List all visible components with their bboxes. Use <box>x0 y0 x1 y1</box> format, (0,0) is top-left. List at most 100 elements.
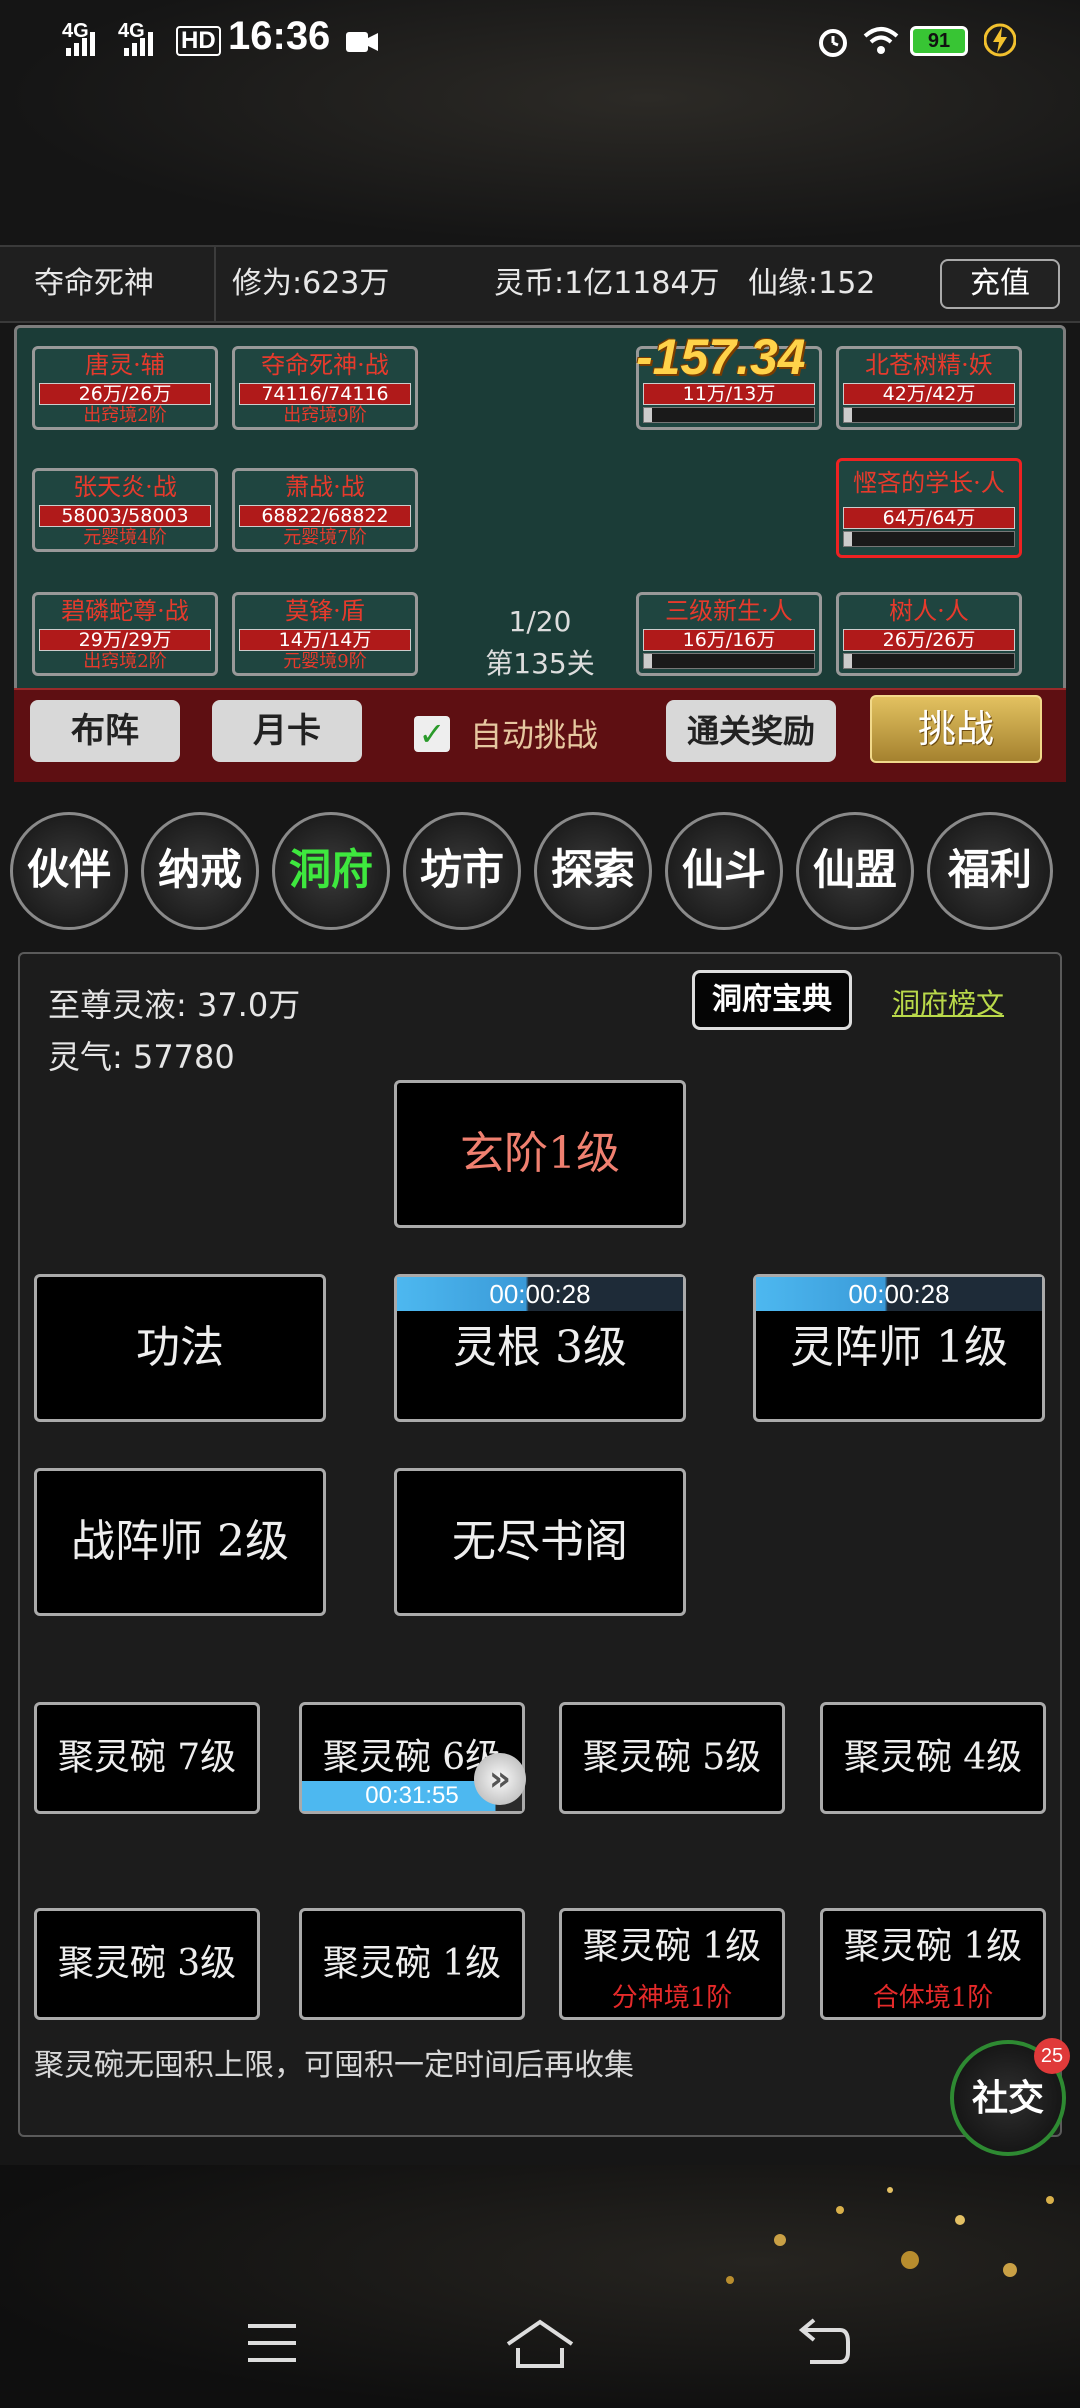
unit-hp: 74116/74116 <box>261 383 389 405</box>
array-master-button[interactable]: 00:00:28 灵阵师 1级 <box>753 1274 1045 1422</box>
nav-welfare[interactable]: 福利 <box>927 812 1053 930</box>
spirit-bowl[interactable]: 聚灵碗 3级 <box>34 1908 260 2020</box>
nav-alliance[interactable]: 仙盟 <box>796 812 914 930</box>
spirit-coin-value: 灵币:1亿1184万 <box>494 266 720 301</box>
video-record-icon <box>346 32 378 52</box>
enemy-unit[interactable]: 三级新生·人 16万/16万 <box>636 592 822 676</box>
cave-rank-link[interactable]: 洞府榜文 <box>892 982 1004 1022</box>
fate-value: 仙缘:152 <box>748 266 876 301</box>
nav-cave[interactable]: 洞府 <box>272 812 390 930</box>
energy-fill <box>644 654 652 668</box>
energy-bar <box>843 531 1015 547</box>
spirit-bowl[interactable]: 聚灵碗 5级 <box>559 1702 785 1814</box>
unit-realm: 元婴境7阶 <box>283 527 367 548</box>
player-info-bar: 夺命死神 修为:623万 灵币:1亿1184万 仙缘:152 充值 <box>0 245 1080 323</box>
nav-market[interactable]: 坊市 <box>403 812 521 930</box>
energy-bar <box>843 407 1015 423</box>
unit-name: 夺命死神·战 <box>261 351 389 379</box>
energy-fill <box>644 408 652 422</box>
unit-name: 树人·人 <box>889 597 969 625</box>
spirit-bowl[interactable]: 聚灵碗 1级 分神境1阶 <box>559 1908 785 2020</box>
spirit-bowl[interactable]: 聚灵碗 4级 <box>820 1702 1046 1814</box>
battle-array-master-button[interactable]: 战阵师 2级 <box>34 1468 326 1616</box>
clear-reward-button[interactable]: 通关奖励 <box>666 700 836 762</box>
ally-unit[interactable]: 碧磷蛇尊·战 29万/29万 出窍境2阶 <box>32 592 218 676</box>
library-button[interactable]: 无尽书阁 <box>394 1468 686 1616</box>
spirit-bowl[interactable]: 聚灵碗 7级 <box>34 1702 260 1814</box>
unit-hp: 42万/42万 <box>882 383 976 405</box>
alarm-icon <box>819 29 847 57</box>
unit-realm: 元婴境4阶 <box>83 527 167 548</box>
social-notification-badge: 25 <box>1034 2038 1070 2074</box>
stage-name: 第135关 <box>485 647 595 680</box>
unit-realm: 出窍境9阶 <box>283 405 367 426</box>
enemy-unit[interactable]: 树人·人 26万/26万 <box>836 592 1022 676</box>
unit-hp: 68822/68822 <box>261 505 389 527</box>
signal-icon-2 <box>124 32 153 56</box>
fast-forward-icon[interactable]: » <box>474 1753 526 1805</box>
energy-fill <box>844 532 852 546</box>
spirit-root-timer: 00:00:28 <box>397 1277 683 1311</box>
bowl-realm-requirement: 分神境1阶 <box>611 1983 733 2013</box>
challenge-button[interactable]: 挑战 <box>870 695 1042 763</box>
unit-hp: 29万/29万 <box>78 629 172 651</box>
spirit-root-button[interactable]: 00:00:28 灵根 3级 <box>394 1274 686 1422</box>
ally-unit[interactable]: 夺命死神·战 74116/74116 出窍境9阶 <box>232 346 418 430</box>
spirit-root-label: 灵根 3级 <box>453 1322 627 1373</box>
spirit-bowl[interactable]: 聚灵碗 1级 合体境1阶 <box>820 1908 1046 2020</box>
wifi-icon <box>863 27 899 54</box>
nav-ring[interactable]: 纳戒 <box>141 812 259 930</box>
unit-name: 北苍树精·妖 <box>865 351 993 379</box>
unit-name: 碧磷蛇尊·战 <box>61 597 189 625</box>
unit-name: 悭吝的学长·人 <box>853 469 1005 497</box>
unit-name: 张天炎·战 <box>73 473 177 501</box>
cultivation-value: 修为:623万 <box>232 266 390 301</box>
status-bar: 4G 4G HD 16:36 91 <box>0 0 1080 80</box>
enemy-unit[interactable]: 北苍树精·妖 42万/42万 <box>836 346 1022 430</box>
hd-voice-icon: HD <box>176 26 221 56</box>
ally-unit[interactable]: 唐灵·辅 26万/26万 出窍境2阶 <box>32 346 218 430</box>
ally-unit[interactable]: 张天炎·战 58003/58003 元婴境4阶 <box>32 468 218 552</box>
spirit-bowl[interactable]: 聚灵碗 6级 00:31:55 » <box>299 1702 526 1814</box>
signal-icon <box>66 32 95 56</box>
energy-fill <box>844 408 852 422</box>
energy-fill <box>844 654 852 668</box>
recharge-button[interactable]: 充值 <box>940 259 1060 309</box>
energy-bar <box>643 653 815 669</box>
array-master-timer: 00:00:28 <box>756 1277 1042 1311</box>
auto-challenge-checkbox[interactable]: ✓ <box>414 716 450 752</box>
unit-hp: 26万/26万 <box>882 629 976 651</box>
spirit-bowl[interactable]: 聚灵碗 1级 <box>299 1908 525 2020</box>
nav-arena[interactable]: 仙斗 <box>665 812 783 930</box>
bowl-label: 聚灵碗 1级 <box>843 1926 1023 1967</box>
back-icon[interactable] <box>796 2318 852 2368</box>
damage-number: -157.34 <box>636 329 806 385</box>
home-icon[interactable] <box>504 2318 576 2372</box>
ally-unit[interactable]: 萧战·战 68822/68822 元婴境7阶 <box>232 468 418 552</box>
supreme-liquid-value: 至尊灵液: 37.0万 <box>48 986 301 1024</box>
auto-challenge-label[interactable]: 自动挑战 <box>470 710 598 756</box>
monthly-card-button[interactable]: 月卡 <box>212 700 362 762</box>
spirit-qi-value: 灵气: 57780 <box>48 1038 235 1076</box>
cave-codex-button[interactable]: 洞府宝典 <box>692 970 852 1030</box>
nav-explore[interactable]: 探索 <box>534 812 652 930</box>
nav-partner[interactable]: 伙伴 <box>10 812 128 930</box>
unit-hp: 58003/58003 <box>61 505 189 527</box>
clock: 16:36 <box>228 14 331 58</box>
gongfa-button[interactable]: 功法 <box>34 1274 326 1422</box>
unit-hp: 11万/13万 <box>682 383 776 405</box>
bowl-label: 聚灵碗 1级 <box>582 1926 762 1967</box>
bowl-hint-text: 聚灵碗无囤积上限，可囤积一定时间后再收集 <box>34 2048 634 2083</box>
bowl-realm-requirement: 合体境1阶 <box>872 1983 994 2013</box>
cave-tier-button[interactable]: 玄阶1级 <box>394 1080 686 1228</box>
unit-hp: 26万/26万 <box>78 383 172 405</box>
unit-hp: 64万/64万 <box>882 507 976 529</box>
charging-icon <box>984 23 1016 57</box>
menu-icon[interactable] <box>244 2318 300 2368</box>
unit-name: 萧战·战 <box>285 473 365 501</box>
ally-unit[interactable]: 莫锋·盾 14万/14万 元婴境9阶 <box>232 592 418 676</box>
unit-hp: 14万/14万 <box>278 629 372 651</box>
enemy-unit-selected[interactable]: 悭吝的学长·人 64万/64万 <box>836 458 1022 558</box>
info-divider <box>214 247 216 321</box>
formation-button[interactable]: 布阵 <box>30 700 180 762</box>
